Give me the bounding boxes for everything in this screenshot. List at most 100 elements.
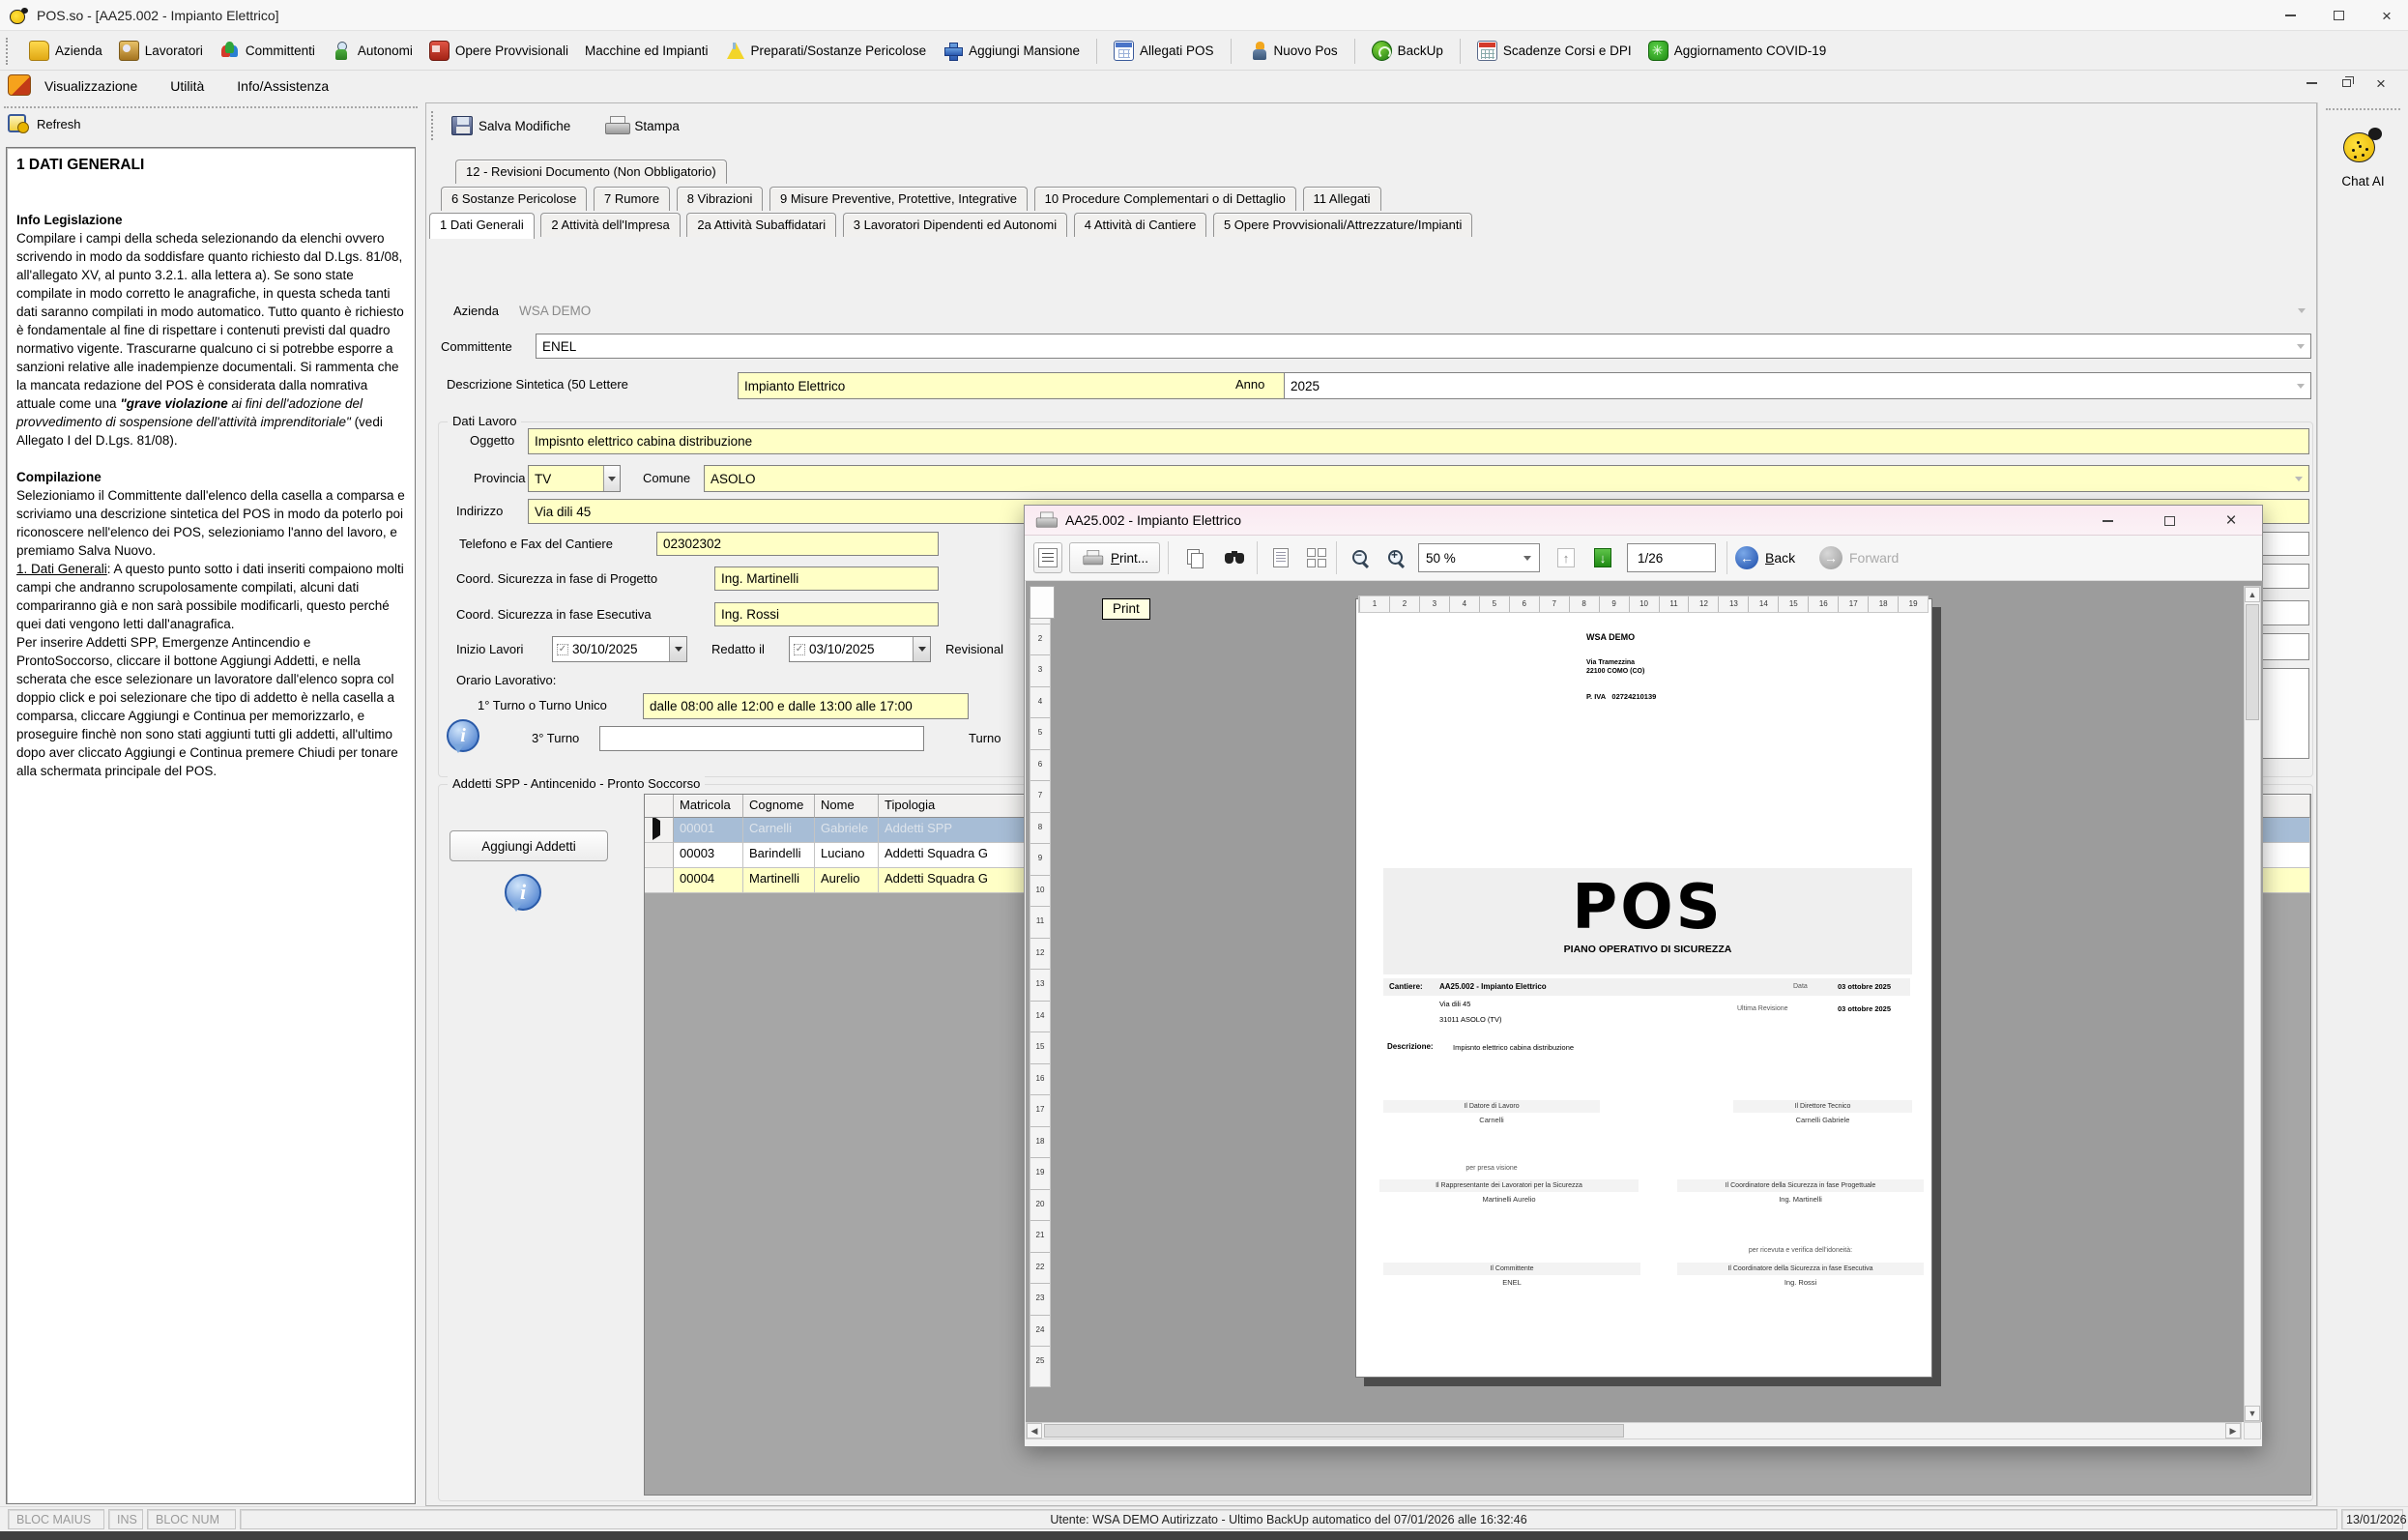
chevron-down-icon[interactable]	[913, 637, 930, 661]
inizio-lavori-date[interactable]: ✓ 30/10/2025	[552, 636, 687, 662]
back-button[interactable]: ← BackBack	[1735, 542, 1813, 573]
tab-dati-generali[interactable]: 1 Dati Generali	[429, 213, 535, 239]
zoom-level-combo[interactable]: 50 %	[1418, 543, 1540, 572]
redatto-date[interactable]: ✓ 03/10/2025	[789, 636, 931, 662]
mdi-close-button[interactable]: ×	[2373, 75, 2389, 91]
tab-attivita-cantiere[interactable]: 4 Attività di Cantiere	[1074, 213, 1207, 237]
chevron-down-icon[interactable]	[603, 466, 620, 491]
committente-field[interactable]: ENEL	[536, 334, 2311, 359]
comune-field[interactable]: ASOLO	[704, 465, 2309, 492]
telefono-field[interactable]: 02302302	[656, 532, 939, 556]
menu-utilita[interactable]: Utilità	[170, 78, 204, 94]
dialog-vertical-scrollbar[interactable]: ▲ ▼	[2244, 586, 2261, 1422]
doc-sig2-title: Il Direttore Tecnico	[1733, 1100, 1912, 1113]
toolbar-autonomi[interactable]: Autonomi	[328, 39, 417, 63]
toolbar-aggiungi-mansione[interactable]: Aggiungi Mansione	[939, 39, 1084, 63]
help-info-quote-bold: "grave violazione	[120, 396, 227, 411]
doc-sig1-name: Carnelli	[1383, 1116, 1600, 1124]
column-matricola[interactable]: Matricola	[674, 795, 743, 818]
dialog-print-button[interactable]: PPrint...rint...	[1069, 542, 1160, 573]
tab-sostanze-pericolose[interactable]: 6 Sostanze Pericolose	[441, 187, 587, 211]
coord-esecutiva-field[interactable]: Ing. Rossi	[714, 602, 939, 626]
copy-button[interactable]	[1179, 542, 1210, 573]
turno1-field[interactable]: dalle 08:00 alle 12:00 e dalle 13:00 all…	[643, 693, 969, 719]
prev-page-button[interactable]: ↑	[1554, 542, 1578, 573]
multi-page-button[interactable]	[1301, 542, 1332, 573]
app-minimize-button[interactable]	[2282, 8, 2298, 23]
toolbar-opere-provvisionali[interactable]: Opere Provvisionali	[425, 39, 572, 63]
toolbar-macchine-impianti[interactable]: Macchine ed Impianti	[581, 42, 712, 60]
panel-grip[interactable]	[4, 106, 418, 108]
dialog-minimize-button[interactable]	[2100, 513, 2115, 529]
toolbar-lavoratori[interactable]: Lavoratori	[115, 39, 207, 63]
dialog-horizontal-scrollbar[interactable]: ◀ ▶	[1026, 1422, 2242, 1439]
tab-lavoratori-dipendenti[interactable]: 3 Lavoratori Dipendenti ed Autonomi	[843, 213, 1067, 237]
preview-area[interactable]: 1234567891011121314151617181920212223242…	[1026, 581, 2263, 1422]
info-icon[interactable]: i	[505, 874, 541, 911]
refresh-button[interactable]: Refresh	[8, 114, 81, 133]
info-icon[interactable]: i	[447, 719, 479, 752]
dialog-close-button[interactable]: ×	[2223, 513, 2239, 529]
toolbar-allegati-pos[interactable]: Allegati POS	[1110, 39, 1218, 63]
oggetto-field[interactable]: Impisnto elettrico cabina distribuzione	[528, 428, 2309, 454]
mdi-minimize-button[interactable]	[2304, 75, 2319, 91]
coord-progetto-field[interactable]: Ing. Martinelli	[714, 567, 939, 591]
menu-visualizzazione[interactable]: Visualizzazione	[44, 78, 137, 94]
azienda-field[interactable]: WSA DEMO	[513, 299, 2311, 322]
dialog-maximize-button[interactable]	[2161, 513, 2177, 529]
chat-ai-ladybug-icon[interactable]	[2343, 126, 2384, 162]
forward-button[interactable]: → Forward	[1819, 542, 1920, 573]
tab-rumore[interactable]: 7 Rumore	[594, 187, 670, 211]
help-textbox[interactable]: 1 DATI GENERALI Info Legislazione Compil…	[6, 147, 416, 1504]
backup-icon	[1372, 41, 1392, 61]
toolbar-grip[interactable]	[6, 38, 15, 65]
app-maximize-button[interactable]	[2331, 8, 2346, 23]
scroll-left-icon[interactable]: ◀	[1027, 1423, 1042, 1438]
zoom-out-button[interactable]: −	[1345, 542, 1376, 573]
scroll-up-icon[interactable]: ▲	[2245, 587, 2260, 602]
column-cognome[interactable]: Cognome	[743, 795, 815, 818]
scroll-down-icon[interactable]: ▼	[2245, 1406, 2260, 1421]
find-button[interactable]	[1219, 542, 1250, 573]
aggiungi-addetti-button[interactable]: Aggiungi Addetti	[450, 830, 608, 861]
column-nome[interactable]: Nome	[815, 795, 879, 818]
toolbar-nuovo-pos[interactable]: Nuovo Pos	[1244, 39, 1342, 63]
toolbar-backup[interactable]: BackUp	[1368, 39, 1447, 63]
tab-revisioni-documento[interactable]: 12 - Revisioni Documento (Non Obbligator…	[455, 160, 727, 184]
tab-procedure-complementari[interactable]: 10 Procedure Complementari o di Dettagli…	[1034, 187, 1296, 211]
tab-vibrazioni[interactable]: 8 Vibrazioni	[677, 187, 764, 211]
chevron-down-icon[interactable]	[669, 637, 686, 661]
tab-attivita-subaffidatari[interactable]: 2a Attività Subaffidatari	[686, 213, 836, 237]
scroll-right-icon[interactable]: ▶	[2225, 1423, 2241, 1438]
toolbar-scadenze[interactable]: Scadenze Corsi e DPI	[1473, 39, 1636, 63]
tab-allegati[interactable]: 11 Allegati	[1303, 187, 1381, 211]
zoom-in-button[interactable]: +	[1380, 542, 1411, 573]
chat-strip-grip[interactable]	[2326, 108, 2400, 110]
toolbar-preparati-sostanze[interactable]: Preparati/Sostanze Pericolose	[721, 39, 931, 63]
actionbar-grip[interactable]	[431, 111, 439, 140]
single-page-button[interactable]	[1265, 542, 1296, 573]
toolbar-covid[interactable]: Aggiornamento COVID-19	[1644, 39, 1831, 63]
toolbar-azienda[interactable]: Azienda	[25, 39, 106, 63]
menu-info-assistenza[interactable]: Info/Assistenza	[237, 78, 329, 94]
tab-attivita-impresa[interactable]: 2 Attività dell'Impresa	[540, 213, 680, 237]
provincia-combo[interactable]: TV	[528, 465, 621, 492]
tab-opere-attrezzature[interactable]: 5 Opere Provvisionali/Attrezzature/Impia…	[1213, 213, 1472, 237]
scrollbar-thumb[interactable]	[1044, 1424, 1624, 1438]
app-close-button[interactable]: ×	[2379, 8, 2394, 23]
checkbox-icon[interactable]: ✓	[794, 644, 805, 655]
chevron-down-icon	[1523, 556, 1531, 565]
next-page-button[interactable]: ↓	[1591, 542, 1614, 573]
save-button[interactable]: Salva Modifiche	[448, 114, 574, 137]
toc-button[interactable]	[1033, 542, 1062, 573]
scrollbar-thumb[interactable]	[2246, 604, 2259, 720]
dialog-titlebar[interactable]: AA25.002 - Impianto Elettrico	[1025, 506, 2262, 536]
checkbox-icon[interactable]: ✓	[557, 644, 568, 655]
tab-misure-preventive[interactable]: 9 Misure Preventive, Protettive, Integra…	[769, 187, 1028, 211]
mdi-restore-button[interactable]	[2338, 75, 2354, 91]
toolbar-committenti[interactable]: Committenti	[216, 39, 319, 63]
page-number-field[interactable]: 1/26	[1627, 543, 1716, 572]
anno-field[interactable]: 2025	[1284, 372, 2311, 399]
print-button[interactable]: Stampa	[601, 114, 683, 137]
turno3-field[interactable]	[599, 726, 924, 751]
